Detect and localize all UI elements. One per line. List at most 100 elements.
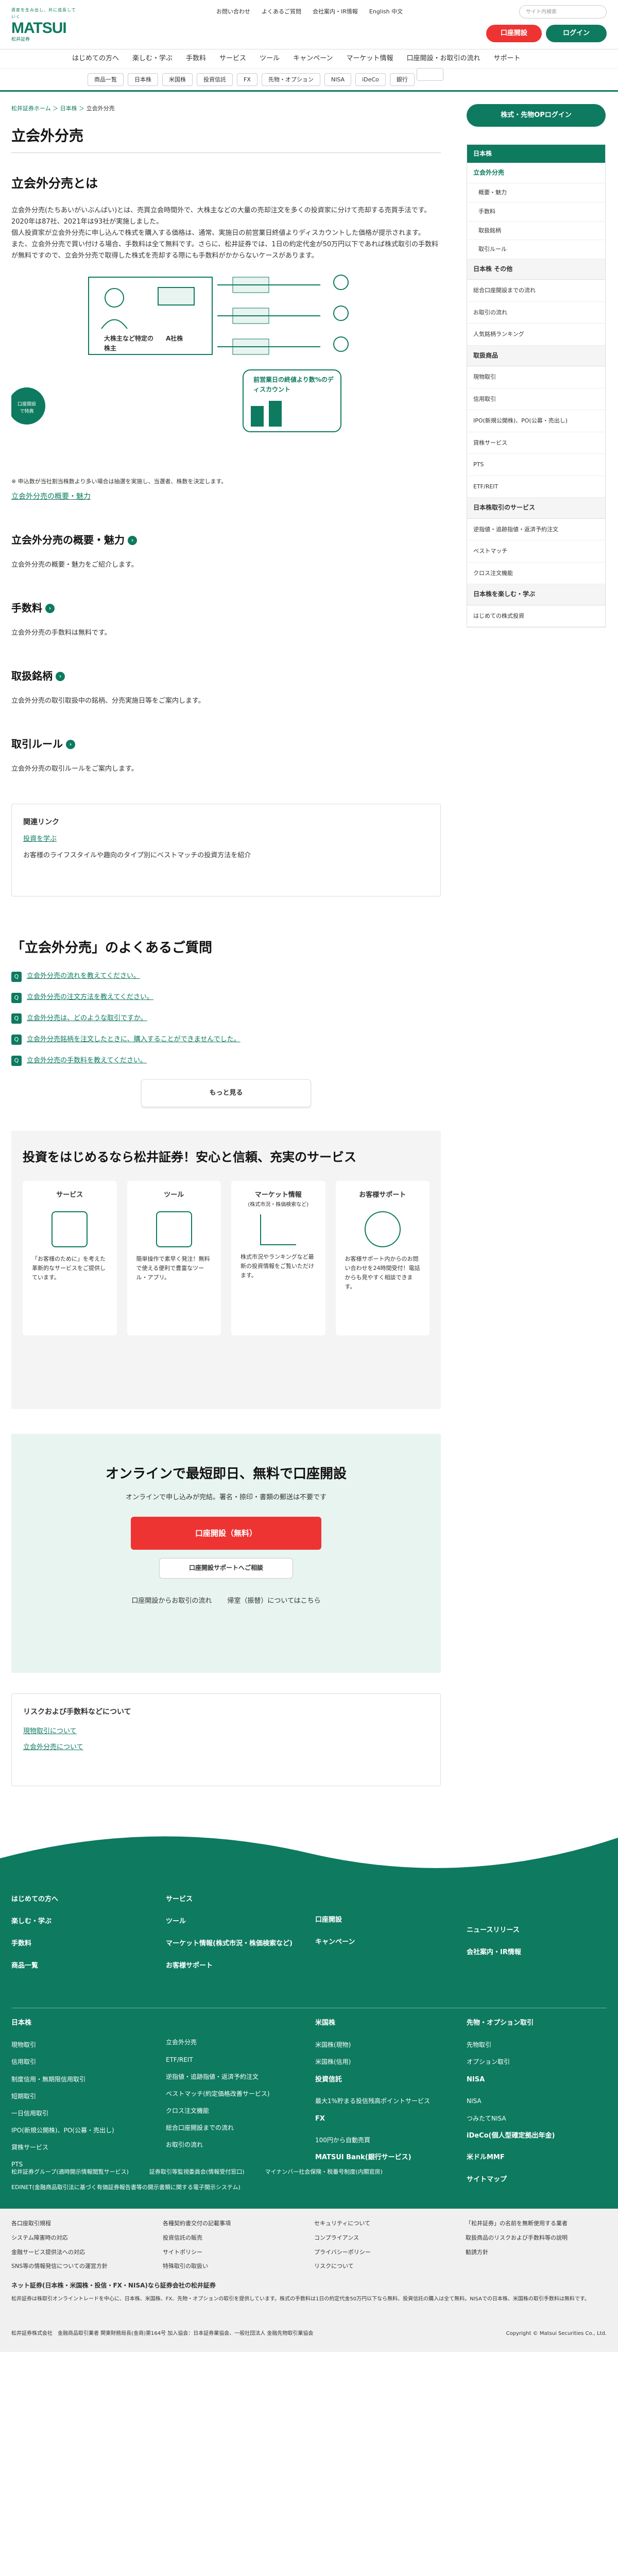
footer-link[interactable]: 各種契約書交付の記載事項	[163, 2219, 304, 2228]
arrow-icon[interactable]: ›	[45, 604, 55, 614]
footer-link[interactable]: iDeCo(個人型確定拠出年金)	[467, 2131, 606, 2142]
footer-link[interactable]: 投資信託	[315, 2075, 454, 2086]
flow-link[interactable]: 口座開設からお取引の流れ	[131, 1596, 212, 1607]
footer-link[interactable]: 金融サービス提供法への対応	[11, 2248, 152, 2257]
nav-flow[interactable]: 口座開設・お取引の流れ	[406, 54, 480, 64]
footer-link[interactable]: 総合口座開設までの流れ	[166, 2123, 300, 2133]
side-group[interactable]: 日本株 その他	[467, 259, 605, 280]
faq-item[interactable]: Q 立会外分売銘柄を注文したときに、購入することができませんでした。	[11, 1035, 441, 1045]
crumb-home[interactable]: 松井証券ホーム	[11, 105, 51, 112]
footer-link[interactable]: お客様サポート	[166, 1961, 300, 1972]
subnav-nisa[interactable]: NISA	[324, 73, 352, 87]
open-account-button[interactable]: 口座開設	[486, 25, 542, 42]
side-group[interactable]: 取扱商品	[467, 345, 605, 366]
footer-link[interactable]: リスクについて	[314, 2262, 455, 2271]
faq-item[interactable]: Q 立会外分売の手数料を教えてください。	[11, 1055, 441, 1066]
side-item[interactable]: 取引ルール	[467, 240, 605, 259]
footer-link[interactable]: 貸株サービス	[11, 2143, 140, 2153]
footer-link[interactable]: 商品一覧	[11, 1961, 58, 1972]
nav-market[interactable]: マーケット情報	[346, 54, 393, 64]
faq-link[interactable]: 立会外分売の注文方法を教えてください。	[27, 992, 153, 1003]
nav-campaign[interactable]: キャンペーン	[293, 54, 333, 64]
related-link[interactable]: 投資を学ぶ	[23, 835, 57, 843]
side-item[interactable]: 取扱銘柄	[467, 222, 605, 241]
footer-link[interactable]: クロス注文機能	[166, 2106, 300, 2116]
footer-link[interactable]: 米国株(現物)	[315, 2040, 454, 2050]
footer-link[interactable]: ツール	[166, 1917, 300, 1927]
util-lang[interactable]: English 中文	[369, 7, 403, 16]
footer-link[interactable]: セキュリティについて	[314, 2219, 455, 2228]
subnav-bank[interactable]: 銀行	[389, 73, 415, 87]
search-input[interactable]: サイト内検索	[519, 5, 607, 19]
footer-link[interactable]: 米ドルMMF	[467, 2153, 606, 2163]
footer-link[interactable]: 制度信用・無期限信用取引	[11, 2075, 140, 2084]
side-item[interactable]: ベストマッチ	[467, 540, 605, 563]
risk-link-2[interactable]: 立会外分売について	[23, 1743, 83, 1751]
footer-link[interactable]: マーケット情報(株式市況・株価検索など)	[166, 1939, 300, 1950]
side-item[interactable]: 現物取引	[467, 366, 605, 388]
footer-link[interactable]: 特殊取引の取扱い	[163, 2262, 304, 2271]
card-service[interactable]: サービス 「お客様のために」を考えた革新的なサービスをご提供しています。	[23, 1180, 117, 1335]
footer-link[interactable]: SNS等の情報発信についての運営方針	[11, 2262, 152, 2271]
footer-link[interactable]: マイナンバー社会保険・税番号制度(内閣官房)	[265, 2167, 383, 2177]
faq-item[interactable]: Q 立会外分売の注文方法を教えてください。	[11, 992, 441, 1003]
faq-link[interactable]: 立会外分売の手数料を教えてください。	[27, 1056, 147, 1066]
open-account-cta[interactable]: 口座開設（無料）	[131, 1516, 321, 1550]
transfer-link[interactable]: 帰室（振替）についてはこちら	[227, 1596, 320, 1607]
footer-link[interactable]: 各口座取引規程	[11, 2219, 152, 2228]
footer-link[interactable]: NISA	[467, 2075, 606, 2086]
faq-link[interactable]: 立会外分売の流れを教えてください。	[27, 971, 140, 982]
arrow-icon[interactable]: ›	[56, 672, 65, 682]
footer-link[interactable]: 楽しむ・学ぶ	[11, 1917, 58, 1927]
side-item[interactable]: クロス注文機能	[467, 563, 605, 585]
subnav-us[interactable]: 米国株	[162, 73, 193, 87]
card-market[interactable]: マーケット情報 (株式市況・株価検索など) 株式市況やランキングなど最新の投資情…	[231, 1180, 325, 1335]
util-company[interactable]: 会社案内・IR情報	[313, 7, 358, 16]
side-item[interactable]: ETF/REIT	[467, 476, 605, 498]
side-item[interactable]: お取引の流れ	[467, 302, 605, 324]
footer-link[interactable]: 先物取引	[467, 2040, 606, 2050]
nav-service[interactable]: サービス	[219, 54, 246, 64]
nav-fee[interactable]: 手数料	[186, 54, 206, 64]
footer-link[interactable]: 口座開設	[315, 1915, 355, 1926]
side-group[interactable]: 日本株取引のサービス	[467, 498, 605, 519]
footer-link[interactable]: 会社案内・IR情報	[467, 1947, 521, 1958]
footer-link[interactable]: システム障害時の対応	[11, 2233, 152, 2243]
footer-link[interactable]: 勧誘方針	[466, 2248, 607, 2257]
footer-link[interactable]: 短期取引	[11, 2092, 140, 2102]
footer-link[interactable]: 日本株	[11, 2018, 140, 2029]
footer-link[interactable]: 米国株(信用)	[315, 2057, 454, 2067]
logo[interactable]: 資産を生み出し、共に成長していく MATSUI 松井証券	[11, 7, 78, 43]
footer-link[interactable]: お取引の流れ	[166, 2140, 300, 2150]
footer-link[interactable]: NISA	[467, 2096, 606, 2106]
faq-link[interactable]: 立会外分売は、どのような取引ですか。	[27, 1013, 147, 1024]
card-tool[interactable]: ツール 簡単操作で素早く発注！無料で使える便利で豊富なツール・アプリ。	[127, 1180, 221, 1335]
footer-link[interactable]: 投資信託の販売	[163, 2233, 304, 2243]
footer-link[interactable]: 証券取引等監視委員会(情報受付窓口)	[149, 2167, 245, 2177]
subnav-jp[interactable]: 日本株	[128, 73, 158, 87]
footer-link[interactable]: はじめての方へ	[11, 1894, 58, 1905]
arrow-icon[interactable]: ›	[66, 740, 75, 750]
support-button[interactable]: 口座開設サポートへご相談	[159, 1557, 293, 1579]
side-active[interactable]: 立会外分売	[467, 163, 605, 184]
footer-link[interactable]: 立会外分売	[166, 2038, 300, 2047]
side-item[interactable]: 人気銘柄ランキング	[467, 324, 605, 346]
footer-link[interactable]: ニュースリリース	[467, 1925, 521, 1936]
side-item[interactable]: 貸株サービス	[467, 432, 605, 454]
subnav-ideco[interactable]: iDeCo	[355, 73, 386, 87]
footer-link[interactable]: 松井証券グループ(適時開示情報閲覧サービス)	[11, 2167, 129, 2177]
footer-link[interactable]: IPO(新規公開株)、PO(公募・売出し)	[11, 2126, 140, 2136]
nav-tool[interactable]: ツール	[260, 54, 280, 64]
side-item[interactable]: はじめての株式投資	[467, 605, 605, 628]
footer-link[interactable]: サービス	[166, 1894, 300, 1905]
footer-link[interactable]: キャンペーン	[315, 1937, 355, 1948]
arrow-icon[interactable]: ›	[128, 536, 137, 546]
footer-link[interactable]: MATSUI Bank(銀行サービス)	[315, 2153, 454, 2163]
nav-support[interactable]: サポート	[493, 54, 520, 64]
side-login-button[interactable]: 株式・先物OPログイン	[467, 104, 606, 127]
faq-link[interactable]: 立会外分売銘柄を注文したときに、購入することができませんでした。	[27, 1035, 241, 1045]
side-item[interactable]: 総合口座開設までの流れ	[467, 280, 605, 302]
subnav-fx[interactable]: FX	[237, 73, 258, 87]
side-group[interactable]: 日本株を楽しむ・学ぶ	[467, 584, 605, 605]
footer-link[interactable]: 100円から自動売買	[315, 2136, 454, 2145]
